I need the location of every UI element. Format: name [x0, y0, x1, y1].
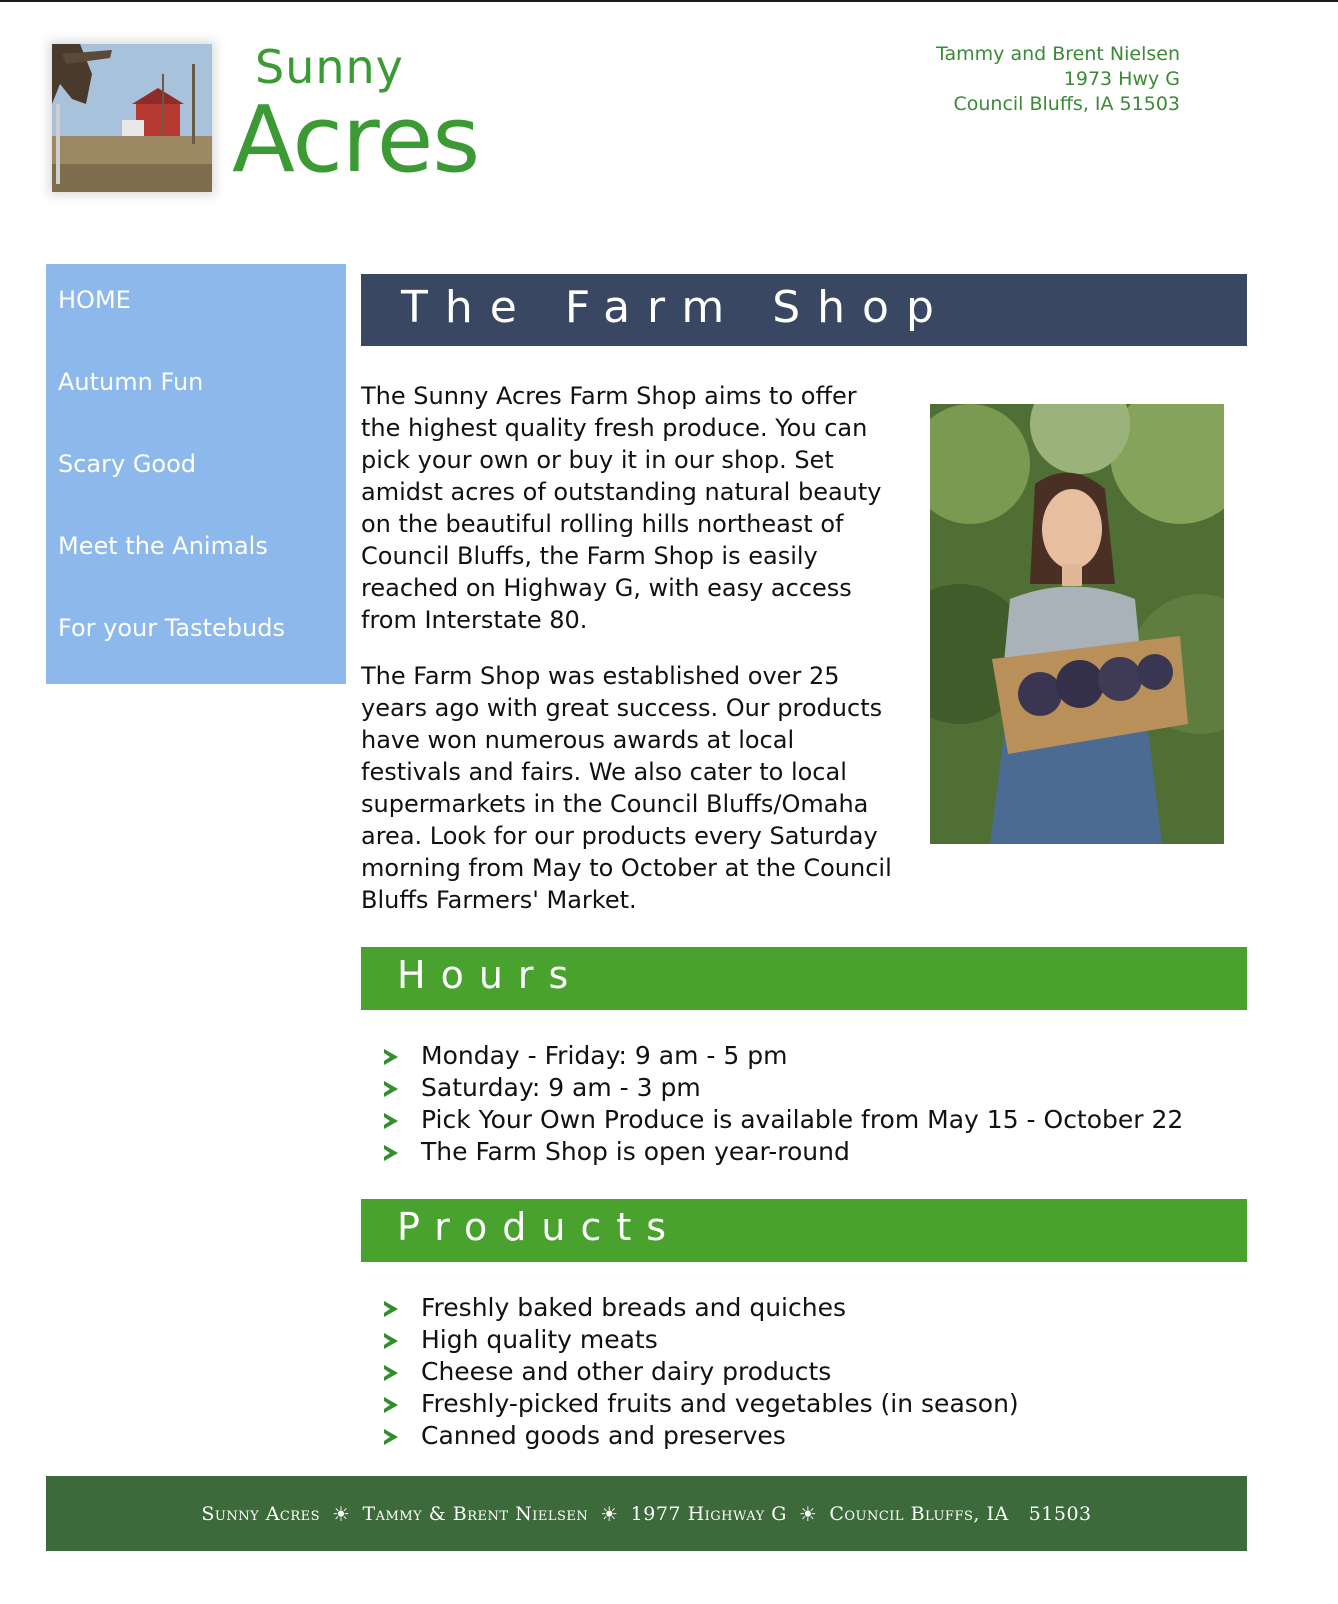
nav-item-for-your-tastebuds[interactable]: For your Tastebuds — [58, 614, 285, 642]
sun-icon: ☀ — [600, 1501, 619, 1526]
footer-bar: Sunny Acres ☀ Tammy & Brent Nielsen ☀ 19… — [46, 1476, 1247, 1551]
list-item: Saturday: 9 am - 3 pm — [384, 1072, 1183, 1104]
page-title: The Farm Shop — [361, 274, 1247, 346]
list-item: Freshly baked breads and quiches — [384, 1292, 1019, 1324]
list-item-text: Monday - Friday: 9 am - 5 pm — [421, 1041, 788, 1070]
list-item-text: Pick Your Own Produce is available from … — [421, 1105, 1184, 1134]
list-item-text: Canned goods and preserves — [421, 1421, 786, 1450]
nav-item-home[interactable]: HOME — [58, 286, 131, 314]
list-item: Monday - Friday: 9 am - 5 pm — [384, 1040, 1183, 1072]
list-item-text: Saturday: 9 am - 3 pm — [421, 1073, 701, 1102]
footer-name: Sunny Acres — [201, 1502, 321, 1525]
address-street: 1973 Hwy G — [1063, 68, 1180, 90]
list-item-text: Cheese and other dairy products — [421, 1357, 832, 1386]
list-item-text: High quality meats — [421, 1325, 658, 1354]
products-heading: Products — [361, 1199, 1247, 1262]
footer-city: Council Bluffs, IA — [829, 1502, 1009, 1525]
footer-owners: Tammy & Brent Nielsen — [362, 1502, 589, 1525]
list-item: The Farm Shop is open year-round — [384, 1136, 1183, 1168]
sun-icon: ☀ — [798, 1501, 818, 1526]
logo-farm-photo — [52, 44, 212, 192]
nav-item-meet-the-animals[interactable]: Meet the Animals — [58, 532, 268, 560]
arrow-bullet-icon — [384, 1301, 398, 1317]
farmer-with-grapes-photo — [930, 404, 1224, 844]
arrow-bullet-icon — [384, 1081, 398, 1097]
arrow-bullet-icon — [384, 1365, 398, 1381]
list-item-text: Freshly baked breads and quiches — [421, 1293, 846, 1322]
sun-icon: ☀ — [332, 1501, 351, 1526]
list-item-text: The Farm Shop is open year-round — [421, 1137, 850, 1166]
intro-paragraph: The Sunny Acres Farm Shop aims to offer … — [361, 382, 882, 634]
list-item: Freshly-picked fruits and vegetables (in… — [384, 1388, 1019, 1420]
arrow-bullet-icon — [384, 1113, 398, 1129]
arrow-bullet-icon — [384, 1397, 398, 1413]
footer-zip: 51503 — [1028, 1502, 1092, 1525]
list-item: Pick Your Own Produce is available from … — [384, 1104, 1183, 1136]
sidebar-nav: HOME Autumn Fun Scary Good Meet the Anim… — [46, 264, 346, 684]
header-address: Tammy and Brent Nielsen 1973 Hwy G Counc… — [936, 42, 1180, 117]
logo-acres-text: Acres — [232, 86, 480, 193]
footer-street: 1977 Highway G — [630, 1502, 787, 1525]
arrow-bullet-icon — [384, 1145, 398, 1161]
nav-item-scary-good[interactable]: Scary Good — [58, 450, 196, 478]
list-item: High quality meats — [384, 1324, 1019, 1356]
arrow-bullet-icon — [384, 1333, 398, 1349]
list-item: Cheese and other dairy products — [384, 1356, 1019, 1388]
hours-heading: Hours — [361, 947, 1247, 1010]
list-item-text: Freshly-picked fruits and vegetables (in… — [421, 1389, 1019, 1418]
list-item: Canned goods and preserves — [384, 1420, 1019, 1452]
nav-item-autumn-fun[interactable]: Autumn Fun — [58, 368, 203, 396]
address-names: Tammy and Brent Nielsen — [936, 43, 1180, 65]
history-paragraph: The Farm Shop was established over 25 ye… — [361, 662, 892, 914]
hours-list: Monday - Friday: 9 am - 5 pm Saturday: 9… — [384, 1040, 1183, 1168]
products-list: Freshly baked breads and quiches High qu… — [384, 1292, 1019, 1452]
arrow-bullet-icon — [384, 1429, 398, 1445]
arrow-bullet-icon — [384, 1049, 398, 1065]
address-city: Council Bluffs, IA 51503 — [953, 93, 1180, 115]
